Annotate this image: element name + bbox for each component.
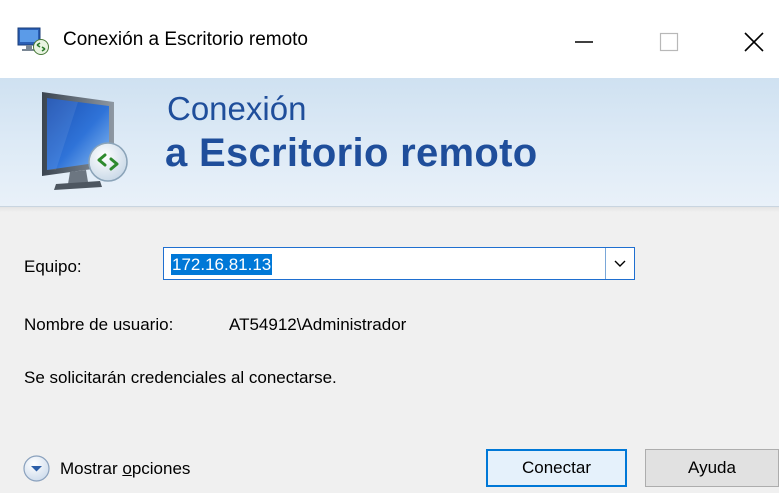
remote-desktop-window: Conexión a Escritorio remoto Conexión a … [0, 0, 779, 493]
remote-desktop-monitor-icon [42, 92, 128, 190]
maximize-button[interactable] [641, 14, 697, 70]
expand-options-icon [23, 455, 50, 482]
help-button[interactable]: Ayuda [645, 449, 779, 487]
close-icon [744, 32, 764, 52]
window-title: Conexión a Escritorio remoto [63, 29, 308, 50]
computer-combobox[interactable]: 172.16.81.13 [163, 247, 635, 280]
show-options-label-suffix: pciones [131, 458, 191, 478]
username-label: Nombre de usuario: [24, 315, 174, 334]
computer-label: Equipo: [24, 257, 82, 276]
title-bar[interactable]: Conexión a Escritorio remoto [0, 0, 779, 78]
username-value: AT54912\Administrador [229, 315, 407, 334]
banner-title-line1: Conexión [167, 90, 307, 127]
show-options-toggle[interactable]: Mostrar opciones [22, 454, 190, 483]
show-options-label-prefix: Mostrar [60, 458, 123, 478]
maximize-icon [659, 32, 679, 52]
banner-divider [0, 207, 779, 212]
close-button[interactable] [726, 14, 779, 70]
connect-button[interactable]: Conectar [486, 449, 627, 487]
minimize-button[interactable] [556, 14, 612, 70]
computer-input-value[interactable]: 172.16.81.13 [171, 254, 273, 275]
computer-dropdown-button[interactable] [605, 248, 634, 279]
minimize-icon [575, 41, 593, 43]
show-options-accelerator: o [122, 458, 132, 478]
credentials-note: Se solicitarán credenciales al conectars… [24, 368, 337, 387]
banner-title-line2: a Escritorio remoto [165, 131, 538, 175]
show-options-label: Mostrar opciones [60, 459, 190, 479]
remote-desktop-app-icon [17, 27, 49, 55]
chevron-down-icon [614, 260, 626, 267]
